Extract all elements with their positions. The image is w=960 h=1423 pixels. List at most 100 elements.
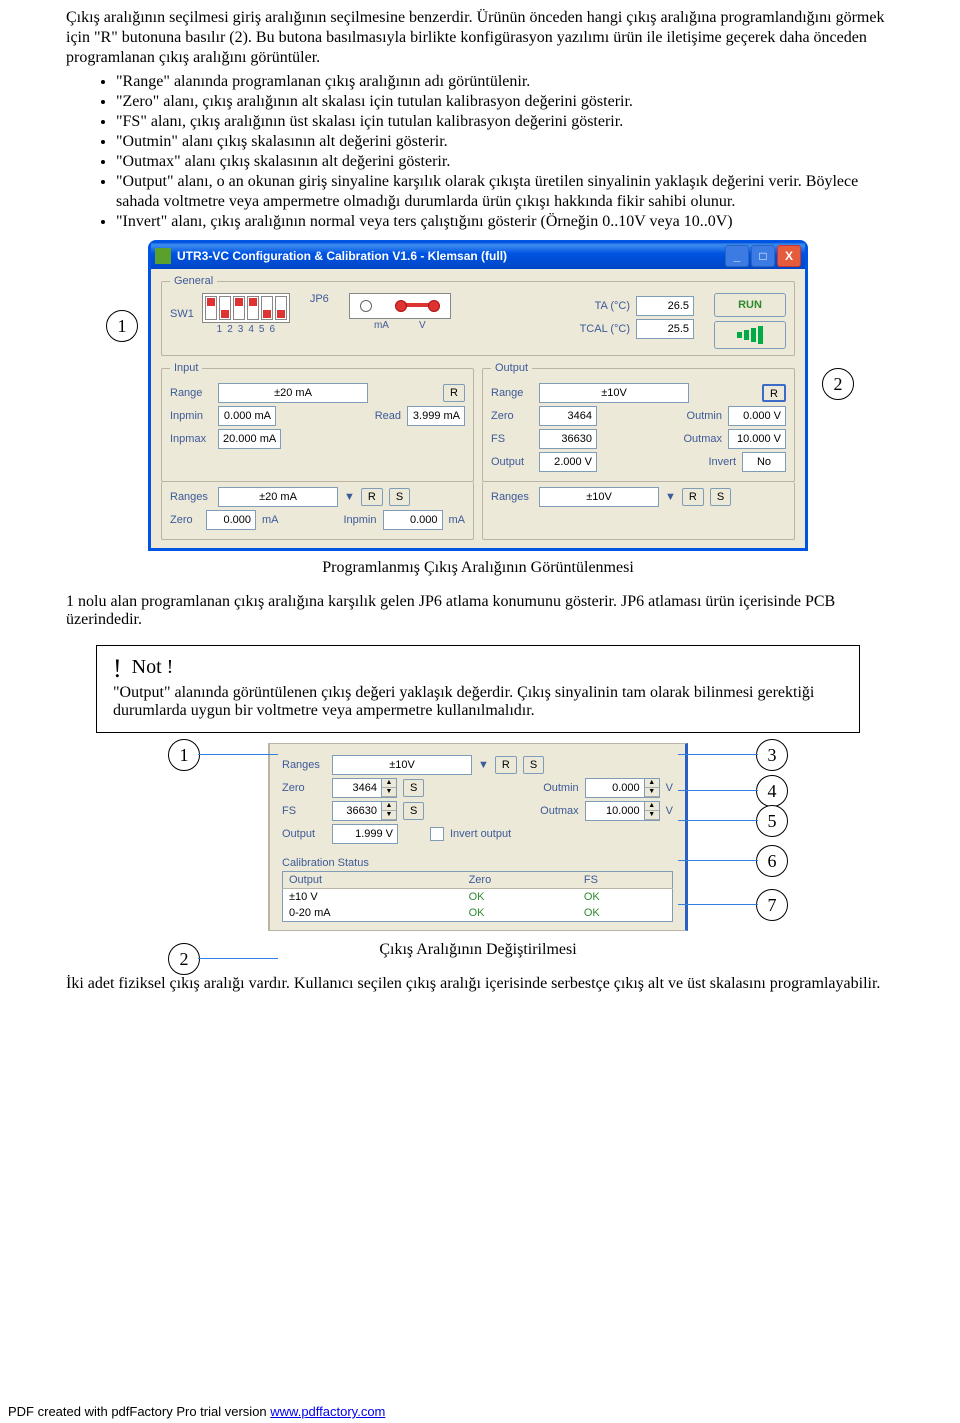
output-legend: Output [491,362,532,374]
tcal-value: 25.5 [636,319,694,339]
callout-m4: 4 [756,775,788,807]
inb-ranges-value[interactable]: ±20 mA [218,487,338,507]
dip-num: 1 [217,324,223,335]
lead-line [678,754,758,755]
inb-zero-value[interactable]: 0.000 [206,510,256,530]
paragraph-1: 1 nolu alan programlanan çıkış aralığına… [66,593,890,629]
run-button[interactable]: RUN [714,293,786,317]
jp6-label: JP6 [310,293,329,305]
callout-m5: 5 [756,805,788,837]
mid-vu-label: V [666,782,673,794]
mid-zero-label: Zero [282,782,326,794]
footer-link[interactable]: www.pdffactory.com [270,1404,385,1419]
jp6-jumper [349,293,451,319]
outmax-value: 10.000 V [728,429,786,449]
bullet-item: "Range" alanında programlanan çıkış aral… [116,72,890,92]
mid-s-button[interactable]: S [523,756,544,774]
mid-fs-label: FS [282,805,326,817]
note-bang: ! [113,654,122,684]
callout-2: 2 [822,368,854,400]
input-legend: Input [170,362,202,374]
mid-zero-s-button[interactable]: S [403,779,424,797]
lead-line [678,860,758,861]
output-label: Output [491,456,533,468]
mid-outmin-spin[interactable]: 0.000▲▼ [585,778,660,798]
callout-m6: 6 [756,845,788,877]
footer-text: PDF created with pdfFactory Pro trial ve… [8,1404,270,1419]
output-range-value: ±10V [539,383,689,403]
bullet-item: "Zero" alanı, çıkış aralığının alt skala… [116,92,890,112]
inb-inpmin-value[interactable]: 0.000 [383,510,443,530]
inb-ma2-label: mA [449,514,466,526]
mid-outmax-spin[interactable]: 10.000▲▼ [585,801,660,821]
intro-paragraph: Çıkış aralığının seçilmesi giriş aralığı… [66,8,890,68]
bullet-item: "FS" alanı, çıkış aralığının üst skalası… [116,112,890,132]
outb-r-button[interactable]: R [682,488,704,506]
bullet-item: "Outmin" alanı çıkış skalasının alt değe… [116,132,890,152]
sw1-label: SW1 [170,308,194,320]
lead-line [198,754,278,755]
inb-r-button[interactable]: R [361,488,383,506]
callout-m3: 3 [756,739,788,771]
note-title: Not ! [132,656,174,678]
maximize-button[interactable]: □ [751,245,775,267]
fs-label: FS [491,433,533,445]
zero-label: Zero [491,410,533,422]
app-icon [155,248,171,264]
inb-s-button[interactable]: S [389,488,410,506]
bullet-item: "Outmax" alanı çıkış skalasının alt değe… [116,152,890,172]
lead-line [678,790,758,791]
paragraph-2: İki adet fiziksel çıkış aralığı vardır. … [66,975,890,993]
inpmin-value: 0.000 mA [218,406,276,426]
lead-line [678,820,758,821]
table-row: ±10 VOKOK [283,889,673,906]
minimize-button[interactable]: _ [725,245,749,267]
mid-fs-s-button[interactable]: S [403,802,424,820]
outmin-label: Outmin [687,410,722,422]
general-group: General SW1 1 2 3 4 [161,275,795,356]
input-group: Input Range±20 mAR Inpmin0.000 mARead3.9… [161,362,474,482]
mid-invert-label: Invert output [450,828,511,840]
dip-switch [202,293,290,323]
mid-outmax-label: Outmax [540,805,579,817]
outb-ranges-value[interactable]: ±10V [539,487,659,507]
invert-label: Invert [708,456,736,468]
lead-line [678,904,758,905]
lead-line [198,958,278,959]
caption-1: Programlanmış Çıkış Aralığının Görüntüle… [66,559,890,577]
mid-zero-spin[interactable]: 3464▲▼ [332,778,397,798]
inpmax-value: 20.000 mA [218,429,281,449]
outb-s-button[interactable]: S [710,488,731,506]
output-range-label: Range [491,387,533,399]
window-title: UTR3-VC Configuration & Calibration V1.6… [177,249,725,263]
bars-icon[interactable] [714,321,786,349]
invert-checkbox[interactable] [430,827,444,841]
outb-ranges-label: Ranges [491,491,533,503]
inpmax-label: Inpmax [170,433,212,445]
output-value: 2.000 V [539,452,597,472]
inpmin-label: Inpmin [170,410,212,422]
app-window: UTR3-VC Configuration & Calibration V1.6… [148,240,808,551]
mid-vu2-label: V [666,805,673,817]
dip-num: 5 [259,324,265,335]
cal-th-output: Output [283,872,463,889]
mid-r-button[interactable]: R [495,756,517,774]
cal-table: OutputZeroFS ±10 VOKOK 0-20 mAOKOK [282,871,673,922]
output-r-button[interactable]: R [762,384,786,402]
titlebar[interactable]: UTR3-VC Configuration & Calibration V1.6… [151,243,805,269]
note-body: "Output" alanında görüntülenen çıkış değ… [113,684,843,720]
read-value: 3.999 mA [407,406,465,426]
dip-num: 6 [269,324,275,335]
jp6-ma-label: mA [374,320,389,331]
cal-th-zero: Zero [463,872,578,889]
mid-fs-spin[interactable]: 36630▲▼ [332,801,397,821]
inb-inpmin-label: Inpmin [343,514,376,526]
callout-m7: 7 [756,889,788,921]
fs-value: 36630 [539,429,597,449]
note-box: ! Not ! "Output" alanında görüntülenen ç… [96,645,860,733]
close-button[interactable]: X [777,245,801,267]
input-r-button[interactable]: R [443,384,465,402]
mid-ranges-value[interactable]: ±10V [332,755,472,775]
callout-m2: 2 [168,943,200,975]
outmax-label: Outmax [683,433,722,445]
